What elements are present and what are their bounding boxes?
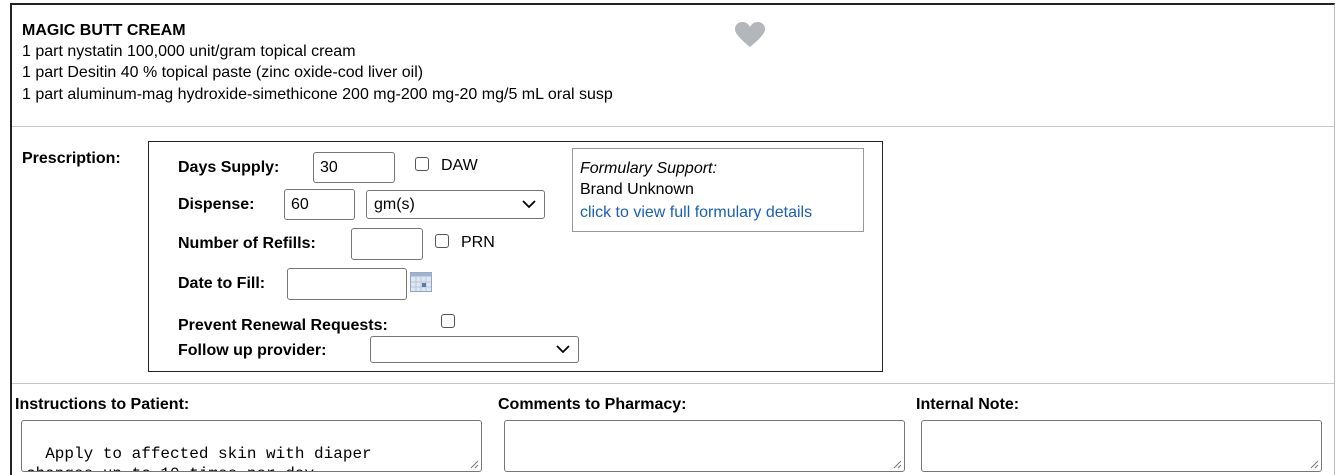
comments-textarea[interactable]: [504, 420, 905, 472]
calendar-icon[interactable]: [410, 272, 432, 292]
divider: [12, 126, 1334, 127]
refills-input[interactable]: [351, 228, 423, 260]
prescription-label: Prescription:: [22, 150, 121, 167]
prn-label: PRN: [461, 234, 495, 251]
formulary-status: Brand Unknown: [580, 181, 694, 198]
daw-label: DAW: [441, 157, 478, 174]
follow-up-provider-label: Follow up provider:: [178, 342, 327, 359]
medication-title: MAGIC BUTT CREAM: [22, 22, 186, 39]
days-supply-label: Days Supply:: [178, 159, 280, 176]
chevron-down-icon: [522, 200, 536, 209]
resize-grip-icon[interactable]: [469, 459, 479, 469]
ingredient-line: 1 part Desitin 40 % topical paste (zinc …: [22, 64, 424, 81]
formulary-heading: Formulary Support:: [580, 160, 717, 177]
instructions-label: Instructions to Patient:: [15, 396, 190, 413]
resize-grip-icon[interactable]: [1309, 459, 1319, 469]
dispense-unit-select[interactable]: gm(s): [366, 190, 545, 219]
heart-icon[interactable]: [735, 22, 765, 48]
resize-grip-icon[interactable]: [892, 459, 902, 469]
dispense-quantity-input[interactable]: 60: [284, 189, 355, 220]
prevent-renewal-label: Prevent Renewal Requests:: [178, 317, 388, 334]
date-to-fill-input[interactable]: [287, 268, 407, 300]
dispense-label: Dispense:: [178, 196, 255, 213]
formulary-details-link[interactable]: click to view full formulary details: [580, 204, 812, 222]
dispense-unit-value: gm(s): [374, 196, 415, 213]
prevent-renewal-checkbox[interactable]: [441, 314, 455, 328]
date-to-fill-label: Date to Fill:: [178, 275, 266, 292]
ingredient-line: 1 part aluminum-mag hydroxide-simethicon…: [22, 86, 613, 103]
ingredient-line: 1 part nystatin 100,000 unit/gram topica…: [22, 43, 356, 60]
prn-checkbox[interactable]: [435, 234, 449, 248]
daw-checkbox[interactable]: [415, 157, 429, 171]
internal-note-textarea[interactable]: [921, 420, 1322, 472]
instructions-textarea[interactable]: Apply to affected skin with diaper chang…: [21, 420, 482, 472]
chevron-down-icon: [556, 345, 570, 354]
comments-label: Comments to Pharmacy:: [498, 396, 687, 413]
days-supply-input[interactable]: 30: [313, 152, 395, 183]
refills-label: Number of Refills:: [178, 235, 316, 252]
follow-up-provider-select[interactable]: [370, 336, 579, 363]
instructions-text: Apply to affected skin with diaper chang…: [26, 445, 372, 471]
divider: [12, 383, 1334, 384]
internal-note-label: Internal Note:: [916, 396, 1020, 413]
